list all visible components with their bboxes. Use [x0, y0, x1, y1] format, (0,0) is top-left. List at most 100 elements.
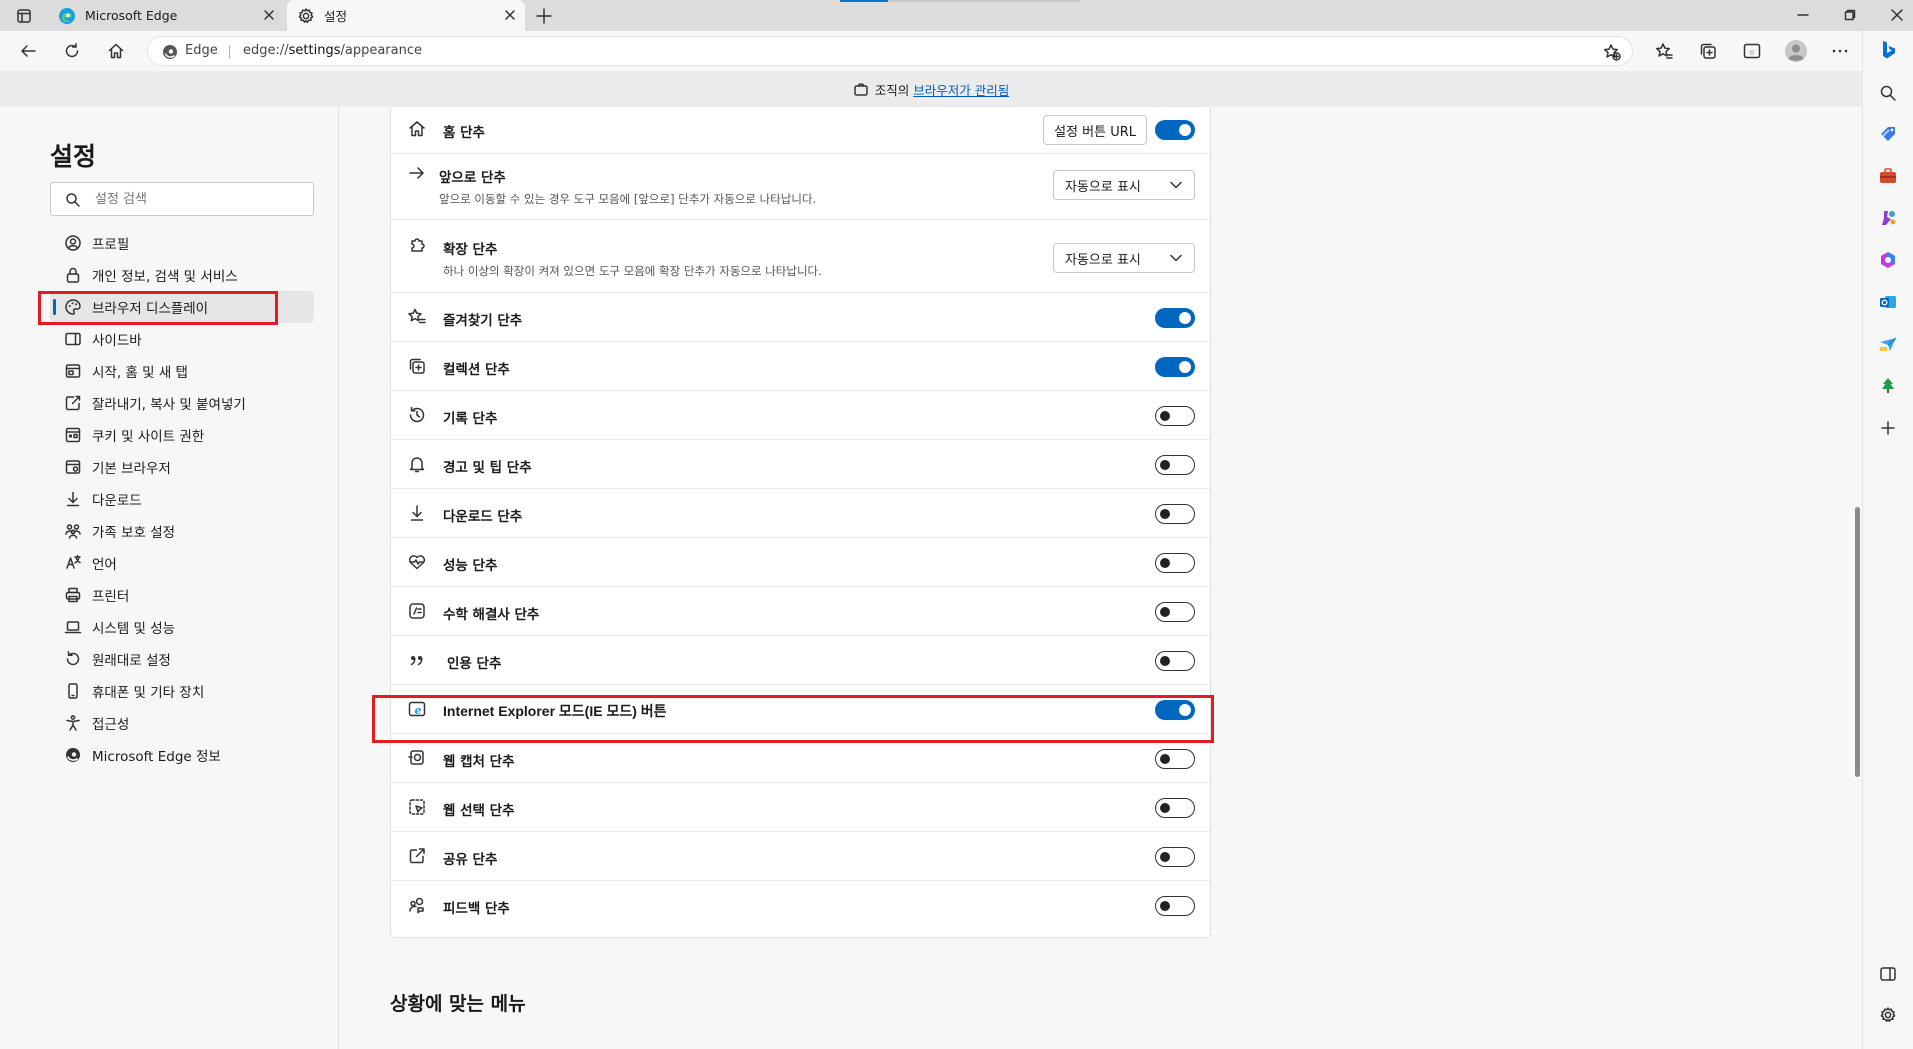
nav-item-appearance[interactable]: 브라우저 디스플레이: [50, 291, 314, 323]
nav-item-label: 쿠키 및 사이트 권한: [92, 429, 205, 445]
managed-link[interactable]: 브라우저가 관리됨: [913, 80, 1009, 99]
citations-button-toggle[interactable]: [1155, 651, 1195, 671]
new-tab-icon[interactable]: [533, 5, 555, 27]
set-home-url-button[interactable]: 설정 버튼 URL: [1043, 115, 1147, 145]
history-button-toggle[interactable]: [1155, 406, 1195, 426]
shopping-icon[interactable]: [1876, 122, 1900, 146]
family-icon: [65, 524, 81, 539]
nav-item-label: 브라우저 디스플레이: [92, 301, 209, 317]
nav-list: 프로필 개인 정보, 검색 및 서비스 브라우저 디스플레이 사이드바 시작, …: [50, 227, 314, 771]
nav-item-accessibility[interactable]: 접근성: [50, 707, 314, 739]
forward-button-dropdown[interactable]: 자동으로 표시: [1053, 170, 1195, 200]
favorites-button-toggle[interactable]: [1155, 308, 1195, 328]
refresh-button[interactable]: [60, 39, 84, 63]
nav-item-about[interactable]: Microsoft Edge 정보: [50, 739, 314, 771]
sidebar-settings-icon[interactable]: [1876, 1003, 1900, 1027]
ie-mode-button[interactable]: e: [1740, 39, 1764, 63]
more-options-button[interactable]: [1828, 39, 1852, 63]
nav-item-family[interactable]: 가족 보호 설정: [50, 515, 314, 547]
nav-item-languages[interactable]: 언어: [50, 547, 314, 579]
microsoft-365-icon[interactable]: [1876, 248, 1900, 272]
nav-item-sidebar[interactable]: 사이드바: [50, 323, 314, 355]
restore-icon[interactable]: [1839, 5, 1861, 25]
nav-item-start-home[interactable]: 시작, 홈 및 새 탭: [50, 355, 314, 387]
hide-sidebar-icon[interactable]: [1876, 962, 1900, 986]
math-button-toggle[interactable]: [1155, 602, 1195, 622]
setting-row-ie-mode: e Internet Explorer 모드(IE 모드) 버튼: [391, 685, 1210, 734]
printer-icon: [65, 587, 81, 603]
nav-item-downloads[interactable]: 다운로드: [50, 483, 314, 515]
setting-label: 인용 단추: [447, 656, 502, 672]
add-icon[interactable]: [1876, 416, 1900, 440]
setting-label: 기록 단추: [443, 411, 498, 427]
tools-icon[interactable]: [1876, 164, 1900, 188]
url-host: settings: [288, 43, 341, 58]
profile-button[interactable]: [1784, 39, 1808, 63]
svg-text:e: e: [1749, 48, 1755, 58]
nav-item-label: 언어: [92, 557, 117, 573]
nav-item-phone[interactable]: 휴대폰 및 기타 장치: [50, 675, 314, 707]
send-icon[interactable]: [1876, 332, 1900, 356]
feedback-button-toggle[interactable]: [1155, 896, 1195, 916]
close-icon[interactable]: [503, 8, 517, 22]
setting-row-favorites: 즐겨찾기 단추: [391, 293, 1210, 342]
laptop-icon: [64, 621, 82, 634]
nav-item-printers[interactable]: 프린터: [50, 579, 314, 611]
scrollbar-thumb[interactable]: [1855, 507, 1860, 777]
edge-icon: [59, 7, 75, 24]
url-text[interactable]: edge://settings/appearance: [243, 43, 422, 58]
nav-item-label: 기본 브라우저: [92, 461, 171, 477]
web-select-icon: [409, 799, 425, 815]
copilot-icon[interactable]: [1876, 38, 1900, 62]
setting-row-downloads: 다운로드 단추: [391, 489, 1210, 538]
nav-item-clipboard[interactable]: 잘라내기, 복사 및 붙여넣기: [50, 387, 314, 419]
nav-item-system[interactable]: 시스템 및 성능: [50, 611, 314, 643]
nav-item-cookies[interactable]: 쿠키 및 사이트 권한: [50, 419, 314, 451]
chevron-down-icon: [1170, 254, 1182, 262]
nav-item-default-browser[interactable]: 기본 브라우저: [50, 451, 314, 483]
minimize-icon[interactable]: [1792, 5, 1814, 25]
favorites-button[interactable]: [1652, 39, 1676, 63]
alerts-button-toggle[interactable]: [1155, 455, 1195, 475]
setting-label: 다운로드 단추: [443, 509, 523, 525]
share-button-toggle[interactable]: [1155, 847, 1195, 867]
setting-label: Internet Explorer 모드(IE 모드) 버튼: [443, 703, 667, 719]
toolbar: Edge edge://settings/appearance e: [0, 31, 1862, 71]
collections-button-toggle[interactable]: [1155, 357, 1195, 377]
tree-icon[interactable]: [1876, 374, 1900, 398]
settings-search[interactable]: [50, 182, 314, 216]
performance-button-toggle[interactable]: [1155, 553, 1195, 573]
search-icon[interactable]: [1876, 81, 1900, 105]
nav-item-privacy[interactable]: 개인 정보, 검색 및 서비스: [50, 259, 314, 291]
bell-icon: [409, 457, 425, 473]
content-scrollbar[interactable]: [1852, 107, 1862, 1049]
web-capture-icon: [408, 750, 424, 765]
tab-microsoft-edge[interactable]: Microsoft Edge: [48, 0, 284, 31]
nav-item-profile[interactable]: 프로필: [50, 227, 314, 259]
quote-icon: [410, 656, 423, 666]
setting-row-collections: 컬렉션 단추: [391, 342, 1210, 391]
web-capture-button-toggle[interactable]: [1155, 749, 1195, 769]
home-icon: [409, 121, 425, 137]
downloads-button-toggle[interactable]: [1155, 504, 1195, 524]
collections-button[interactable]: [1696, 39, 1720, 63]
ie-mode-button-toggle[interactable]: [1155, 700, 1195, 720]
tab-actions-icon[interactable]: [10, 6, 38, 26]
back-button[interactable]: [16, 39, 40, 63]
close-icon[interactable]: [262, 8, 276, 22]
profile-icon: [65, 235, 81, 251]
puzzle-icon: [411, 238, 425, 252]
games-icon[interactable]: [1876, 206, 1900, 230]
address-bar[interactable]: Edge edge://settings/appearance: [147, 36, 1633, 66]
accessibility-icon: [66, 715, 80, 731]
outlook-icon[interactable]: [1876, 290, 1900, 314]
tab-settings[interactable]: 설정: [287, 0, 525, 31]
home-button[interactable]: [104, 39, 128, 63]
extensions-button-dropdown[interactable]: 자동으로 표시: [1053, 243, 1195, 273]
add-favorite-icon[interactable]: [1602, 42, 1622, 62]
home-button-toggle[interactable]: [1155, 120, 1195, 140]
nav-item-reset[interactable]: 원래대로 설정: [50, 643, 314, 675]
search-input[interactable]: [95, 189, 305, 209]
web-select-button-toggle[interactable]: [1155, 798, 1195, 818]
window-close-icon[interactable]: [1886, 5, 1908, 25]
